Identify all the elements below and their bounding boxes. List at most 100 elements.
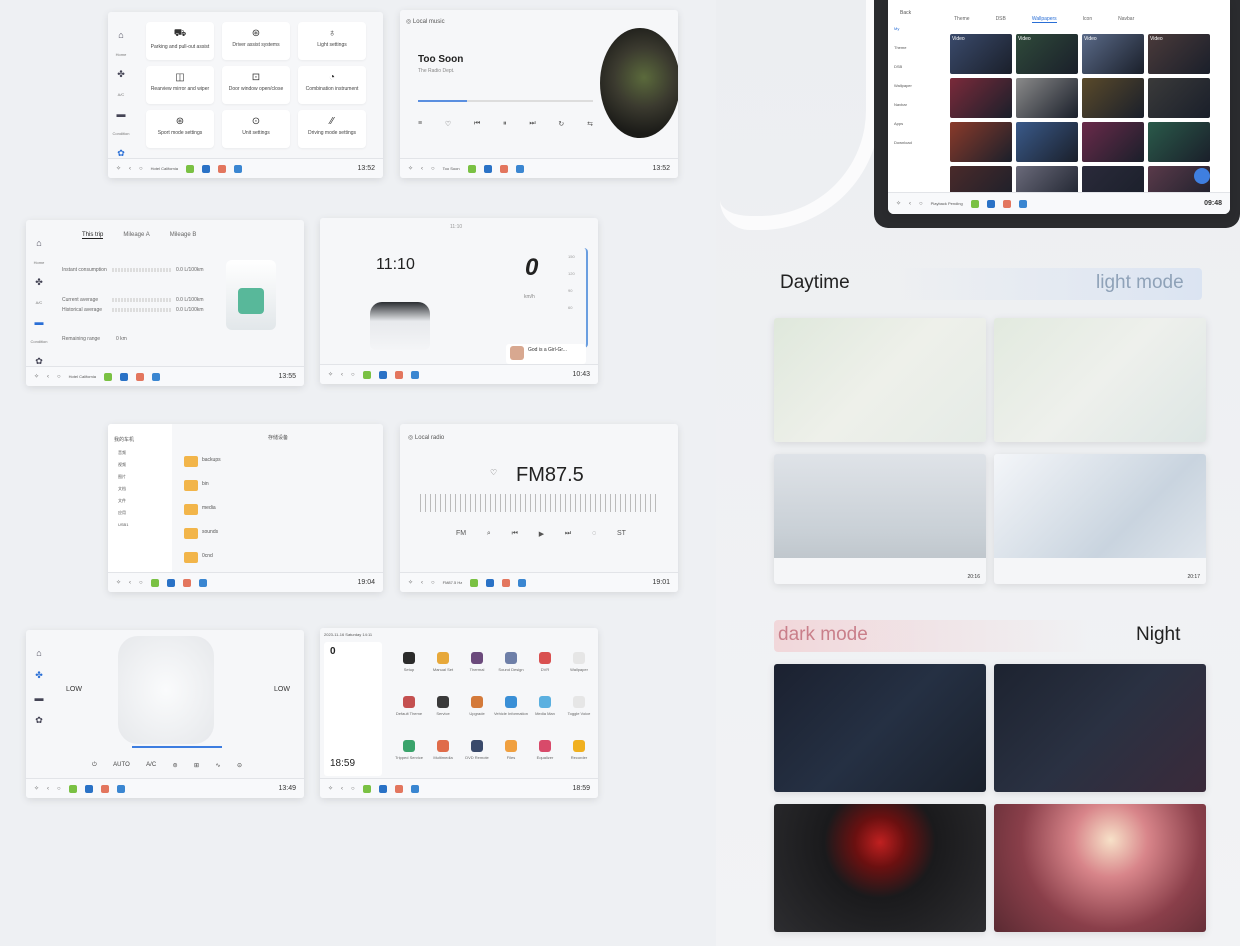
play-icon[interactable]: ▶ [539,530,544,538]
app-icon[interactable] [68,784,77,793]
scan-icon[interactable]: ◌ [592,530,596,538]
tab-theme[interactable]: Theme [954,16,970,23]
app-icon[interactable] [362,370,371,379]
folder-icon[interactable] [184,528,198,539]
next-icon[interactable]: ⏭ [529,120,535,128]
nav-icon[interactable]: ✧ [328,785,333,792]
phone-icon[interactable] [518,578,527,587]
app-icon[interactable] [986,199,995,208]
search-icon[interactable]: ⌕ [487,530,491,538]
dock-song[interactable]: Playback Pending [931,201,963,206]
app-icon[interactable] [502,578,511,587]
wallpaper-thumb[interactable] [1148,122,1210,162]
app-icon[interactable] [378,784,387,793]
app-icon[interactable] [218,164,227,173]
app-icon[interactable] [120,372,129,381]
app-icon[interactable] [970,199,979,208]
app-icon[interactable] [437,652,449,664]
dock-song[interactable]: Too Soon [443,166,460,171]
app-icon[interactable] [539,740,551,752]
heart-icon[interactable]: ♡ [445,120,451,128]
phone-icon[interactable] [1018,199,1027,208]
app-icon[interactable] [1002,199,1011,208]
home-icon[interactable]: ○ [431,166,435,172]
menu-item[interactable]: Navbar [894,102,936,107]
back-icon[interactable]: ‹ [421,580,423,586]
tile-sport[interactable]: ⊛ Sport mode settings [146,110,214,148]
home-icon[interactable]: ○ [351,372,355,378]
folder-icon[interactable] [184,456,198,467]
tile-driver-assist[interactable]: ⊛ Driver assist systems [222,22,290,60]
defrost-icon[interactable]: ⊜ [173,762,178,769]
sidebar-item[interactable]: 音频 [118,450,128,456]
wallpaper-thumb[interactable] [1016,122,1078,162]
car-icon[interactable]: ▬ [117,109,126,119]
tab-icon[interactable]: Icon [1083,16,1092,23]
app-icon[interactable] [539,696,551,708]
ac-button[interactable]: A/C [146,762,156,769]
home-icon[interactable]: ○ [919,201,923,207]
tile-driving-mode[interactable]: ⁄⁄ Driving mode settings [298,110,366,148]
phone-icon[interactable] [116,784,125,793]
nav-icon[interactable]: ✧ [34,373,39,380]
tile-unit[interactable]: ⊙ Unit settings [222,110,290,148]
app-icon[interactable] [573,652,585,664]
back-icon[interactable]: ‹ [47,786,49,792]
back-icon[interactable]: ‹ [129,580,131,586]
app-icon[interactable] [505,652,517,664]
phone-icon[interactable] [234,164,243,173]
tab-this-trip[interactable]: This trip [82,232,104,239]
app-icon[interactable] [467,164,476,173]
app-icon[interactable] [539,652,551,664]
folder-name[interactable]: bin [202,481,209,487]
wallpaper-thumb[interactable] [1082,78,1144,118]
wallpaper-thumb[interactable] [950,78,1012,118]
app-icon[interactable] [471,740,483,752]
app-icon[interactable] [186,164,195,173]
back-icon[interactable]: ‹ [47,374,49,380]
tile-mirror[interactable]: ◫ Rearview mirror and wiper [146,66,214,104]
phone-icon[interactable] [152,372,161,381]
settings-icon[interactable]: ⇆ [587,120,593,128]
fm-icon[interactable]: FM [456,530,466,538]
menu-item[interactable]: Wallpaper [894,83,936,88]
fan-icon[interactable]: ✤ [35,670,43,681]
music-source[interactable]: ◎ Local music [406,18,445,25]
tile-door[interactable]: ⊡ Door window open/close [222,66,290,104]
wallpaper-thumb[interactable] [1082,122,1144,162]
folder-icon[interactable] [184,552,198,563]
sidebar-item[interactable]: 文档 [118,486,128,492]
phone-icon[interactable] [515,164,524,173]
repeat-icon[interactable]: ↻ [558,120,564,128]
dock-song[interactable]: FM87.5 Hz [443,580,463,585]
app-icon[interactable] [483,164,492,173]
home-icon[interactable]: ⌂ [118,30,123,40]
app-icon[interactable] [136,372,145,381]
app-icon[interactable] [499,164,508,173]
sidebar-item[interactable]: 文件 [118,498,128,504]
back-button[interactable]: Back [900,10,911,16]
auto-button[interactable]: AUTO [113,762,130,769]
menu-item[interactable]: Theme [894,45,936,50]
app-icon[interactable] [471,652,483,664]
app-icon[interactable] [84,784,93,793]
menu-item[interactable]: DSB [894,64,936,69]
favorite-icon[interactable]: ♡ [490,468,497,477]
app-icon[interactable] [166,578,175,587]
home-icon[interactable]: ○ [431,580,435,586]
phone-icon[interactable] [410,370,419,379]
app-icon[interactable] [202,164,211,173]
nav-icon[interactable]: ✧ [408,579,413,586]
app-icon[interactable] [471,696,483,708]
home-icon[interactable]: ○ [139,166,143,172]
folder-name[interactable]: sounds [202,529,218,535]
back-icon[interactable]: ‹ [341,372,343,378]
app-icon[interactable] [378,370,387,379]
folder-name[interactable]: 0cnd [202,553,213,559]
prev-icon[interactable]: ⏮ [512,530,518,538]
fan-slider[interactable] [132,746,222,748]
sidebar-item[interactable]: 应用 [118,510,128,516]
wallpaper-thumb[interactable] [950,122,1012,162]
add-icon[interactable] [1194,168,1210,184]
folder-icon[interactable] [184,480,198,491]
